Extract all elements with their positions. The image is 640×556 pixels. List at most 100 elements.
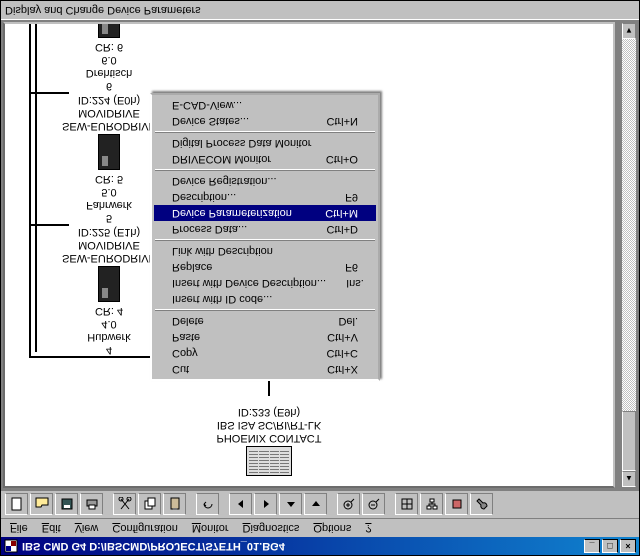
device-nr: 6 [49,79,169,92]
scroll-thumb[interactable] [622,411,636,471]
ctx-label: Cut [172,363,189,375]
menu-diagnostics[interactable]: Diagnostics [236,520,307,536]
ctx-link-with-description[interactable]: Link with Description [154,243,376,259]
app-window: IBS CMD G4 D:/IBSCMD/PROJECT/S7ETH_01.BG… [0,0,640,556]
ctx-digital-process-data-monitor[interactable]: Digital Process Data Monitor [154,135,376,151]
nav-right-icon[interactable] [254,494,277,516]
ctx-shortcut: Ctrl+D [307,223,358,235]
wrench-icon[interactable] [470,494,493,516]
print-icon[interactable] [80,494,103,516]
file-save-icon[interactable] [55,494,78,516]
menu-options[interactable]: Options [306,520,358,536]
ctx-insert-with-device-description[interactable]: Insert with Device Description...Ins. [154,275,376,291]
ctx-device-registration[interactable]: Device Registration... [154,173,376,189]
paste-icon[interactable] [163,494,186,516]
ctx-shortcut: F9 [325,191,358,203]
ctx-shortcut: F6 [325,261,358,273]
title-bar: IBS CMD G4 D:/IBSCMD/PROJECT/S7ETH_01.BG… [1,537,639,555]
file-new-icon[interactable] [5,494,28,516]
ctx-shortcut: Ctrl+M [305,207,358,219]
zoom-out-icon[interactable] [362,494,385,516]
copy-icon[interactable] [138,494,161,516]
bus-canvas[interactable]: PHOENIX CONTACT IBS ISA SC/RI/RT-LK ID:2… [3,22,615,488]
ctx-label: Description... [172,191,236,203]
controller-node[interactable]: PHOENIX CONTACT IBS ISA SC/RI/RT-LK ID:2… [169,405,369,478]
ctx-label: Replace [172,261,212,273]
drive-icon [98,266,120,302]
cut-icon[interactable] [113,494,136,516]
minimize-button[interactable]: _ [584,539,600,553]
ctx-label: Device States... [172,115,249,127]
ctx-replace[interactable]: Replace F6 [154,259,376,275]
maximize-button[interactable]: □ [602,539,618,553]
ctx-label: E-CAD-View... [172,99,242,111]
ctx-label: Delete [172,315,204,327]
tree-icon[interactable] [420,494,443,516]
tool-icon[interactable] [445,494,468,516]
ctx-label: Copy [172,347,198,359]
scroll-track[interactable] [622,39,636,471]
ctx-label: Insert with Device Description... [172,277,326,289]
vertical-scrollbar[interactable]: ▲ ▼ [621,22,637,488]
controller-icon [246,446,292,476]
ctx-shortcut: Ctrl+X [307,363,358,375]
menu-bar: FileEditViewConfigurationMonitorDiagnost… [1,518,639,537]
undo-icon[interactable] [196,494,219,516]
ctx-delete[interactable]: DeleteDel. [154,313,376,329]
menu-view[interactable]: View [68,520,106,536]
menu-separator [155,309,375,311]
workspace: PHOENIX CONTACT IBS ISA SC/RI/RT-LK ID:2… [1,20,639,490]
close-button[interactable]: × [620,539,636,553]
ctx-label: DRIVECOM Monitor [172,153,271,165]
menu-separator [155,239,375,241]
device-cr: CR: 6 [49,40,169,53]
nav-up-icon[interactable] [279,494,302,516]
ctx-e-cad-view[interactable]: E-CAD-View... [154,97,376,113]
ctx-process-data[interactable]: Process Data... Ctrl+D [154,221,376,237]
ctx-shortcut: Ctrl+V [307,331,358,343]
ctx-copy[interactable]: Copy Ctrl+C [154,345,376,361]
zoom-in-icon[interactable] [337,494,360,516]
menu-file[interactable]: File [3,520,35,536]
ctx-cut[interactable]: Cut Ctrl+X [154,361,376,377]
status-bar: Display and Change Device Parameters [1,1,639,20]
scroll-down-button[interactable]: ▼ [622,23,636,39]
menu-separator [155,131,375,133]
ctx-shortcut: Ins. [326,277,364,289]
ctx-insert-with-id-code[interactable]: Insert with ID code... [154,291,376,307]
app-icon [4,539,18,553]
menu-separator [155,169,375,171]
ctx-shortcut: Ctrl+C [307,347,358,359]
device-label: Drehtisch [49,66,169,79]
ctx-drivecom-monitor[interactable]: DRIVECOM Monitor Ctrl+O [154,151,376,167]
ctx-label: Device Parameterization [172,207,292,219]
controller-vendor: PHOENIX CONTACT [169,431,369,444]
menu-[interactable]: ? [358,520,378,536]
nav-left-icon[interactable] [229,494,252,516]
ctx-label: Digital Process Data Monitor [172,137,311,149]
device-node-6[interactable]: 6Drehtisch6.0CR: 6SEW-EURODRIVEMOVIDRIVE… [49,22,169,92]
window-title: IBS CMD G4 D:/IBSCMD/PROJECT/S7ETH_01.BG… [22,540,285,552]
ctx-label: Process Data... [172,223,247,235]
ctx-device-parameterization[interactable]: Device Parameterization Ctrl+M [154,205,376,221]
grid-icon[interactable] [395,494,418,516]
scroll-up-button[interactable]: ▲ [622,471,636,487]
drive-icon [98,134,120,170]
controller-id: ID:233 (E9h) [169,405,369,418]
ctx-shortcut: Ctrl+O [306,153,358,165]
ctx-description[interactable]: Description... F9 [154,189,376,205]
ctx-label: Paste [172,331,200,343]
menu-edit[interactable]: Edit [35,520,68,536]
device-pos: 6.0 [49,53,169,66]
drive-icon [98,22,120,38]
ctx-shortcut: Ctrl+N [307,115,358,127]
menu-configuration[interactable]: Configuration [105,520,184,536]
nav-down-icon[interactable] [304,494,327,516]
file-open-icon[interactable] [30,494,53,516]
ctx-paste[interactable]: Paste Ctrl+V [154,329,376,345]
ctx-label: Insert with ID code... [172,293,272,305]
controller-model: IBS ISA SC/RI/RT-LK [169,418,369,431]
menu-monitor[interactable]: Monitor [185,520,236,536]
ctx-device-states[interactable]: Device States... Ctrl+N [154,113,376,129]
context-menu: Cut Ctrl+X Copy Ctrl+C Paste Ctrl+V DeleteDel.… [150,93,380,381]
